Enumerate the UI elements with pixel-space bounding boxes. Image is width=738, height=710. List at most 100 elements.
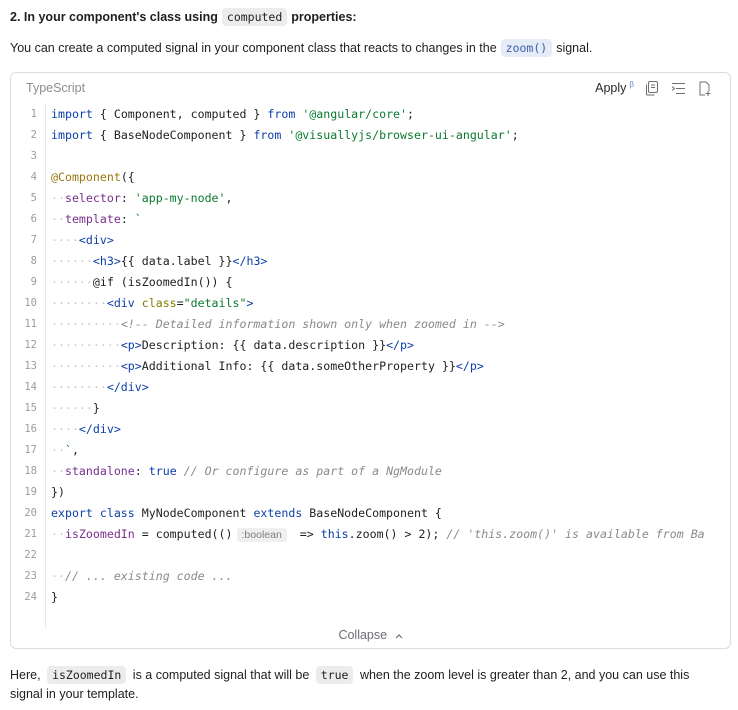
code-content: ······}	[48, 401, 100, 415]
code-token: =	[176, 295, 184, 310]
code-token: >	[246, 295, 254, 310]
line-number: 22	[24, 548, 37, 561]
collapse-button[interactable]: Collapse	[11, 628, 730, 642]
code-token: isZoomedIn	[64, 526, 135, 541]
indent-guide: ··········	[51, 316, 121, 331]
code-block: TypeScript Apply β 1 import { Component, …	[10, 72, 731, 649]
chevron-up-icon	[395, 628, 403, 642]
diff-icon[interactable]	[670, 80, 686, 96]
indent-guide: ····	[51, 421, 79, 436]
copy-icon[interactable]	[644, 80, 660, 96]
code-line: 13 ··········<p>Additional Info: {{ data.…	[11, 355, 483, 376]
code-content: import { BaseNodeComponent } from '@visu…	[48, 128, 519, 142]
code-token: '@visuallyjs/browser-ui-angular'	[288, 127, 512, 142]
code-token: // 'this.zoom()' is available from Ba	[446, 526, 705, 541]
code-token: <p>	[120, 337, 142, 352]
code-token: 'app-my-node'	[134, 190, 226, 205]
code-token: selector	[64, 190, 121, 205]
code-line: 7 ····<div>	[11, 229, 114, 250]
code-editor[interactable]: 1 import { Component, computed } from '@a…	[11, 103, 730, 628]
intro-paragraph: You can create a computed signal in your…	[10, 39, 592, 57]
code-line: 19})	[11, 481, 65, 502]
code-token: </p>	[386, 337, 414, 352]
code-content: ··`,	[48, 443, 79, 457]
code-token: }	[51, 589, 58, 604]
code-line: 20 export class MyNodeComponent extends B…	[11, 502, 442, 523]
code-token: // Or configure as part of a NgModule	[183, 463, 442, 478]
code-token: import	[51, 106, 100, 121]
line-number: 24	[24, 590, 37, 603]
code-content: ··········<!-- Detailed information show…	[48, 317, 505, 331]
line-number: 5	[30, 191, 37, 204]
code-line: 6 ··template: `	[11, 208, 142, 229]
code-toolbar: Apply β	[595, 80, 712, 96]
indent-guide: ··	[51, 442, 65, 457]
code-language-label: TypeScript	[26, 81, 86, 95]
code-line: 1 import { Component, computed } from '@a…	[11, 103, 414, 124]
code-token: ,	[225, 190, 233, 205]
indent-guide: ··	[51, 211, 65, 226]
code-token: <div>	[78, 232, 114, 247]
code-token: <!-- Detailed information shown only whe…	[120, 316, 505, 331]
heading-suffix: properties:	[291, 10, 357, 24]
line-number: 13	[24, 359, 37, 372]
code-token: =>	[292, 526, 321, 541]
line-number: 7	[30, 233, 37, 246]
code-token: = computed(()	[134, 526, 233, 541]
code-token: "details"	[183, 295, 247, 310]
code-line: 14 ········</div>	[11, 376, 149, 397]
code-content: ····</div>	[48, 422, 121, 436]
footer-code-chip-1: isZoomedIn	[47, 666, 127, 684]
code-token: <p>	[120, 358, 142, 373]
code-token: from	[253, 127, 289, 142]
code-token: { BaseNodeComponent }	[99, 127, 254, 142]
code-line: 21 ··isZoomedIn = computed(():boolean => …	[11, 523, 705, 544]
indent-guide: ··········	[51, 337, 121, 352]
code-token: @if (isZoomedIn()) {	[92, 274, 233, 289]
code-token: standalone	[64, 463, 135, 478]
code-token: .zoom() > 2);	[348, 526, 447, 541]
code-token: Description: {{ data.description }}	[141, 337, 387, 352]
code-line: 3	[11, 145, 51, 166]
code-line: 15 ······}	[11, 397, 100, 418]
code-token: BaseNodeComponent {	[309, 505, 442, 520]
line-number: 8	[30, 254, 37, 267]
code-line: 8 ······<h3>{{ data.label }}</h3>	[11, 250, 268, 271]
line-number: 23	[24, 569, 37, 582]
line-number: 6	[30, 212, 37, 225]
code-token: `	[134, 211, 142, 226]
code-content: }	[48, 590, 58, 604]
code-token: :	[120, 211, 135, 226]
code-content: ··// ... existing code ...	[48, 569, 233, 583]
code-line: 10 ········<div class="details">	[11, 292, 253, 313]
code-token: ;	[407, 106, 414, 121]
code-token: {{ data.label }}	[120, 253, 233, 268]
code-token: ;	[511, 127, 519, 142]
line-number: 21	[24, 527, 37, 540]
code-line: 17 ··`,	[11, 439, 79, 460]
code-line: 2 import { BaseNodeComponent } from '@vis…	[11, 124, 519, 145]
indent-guide: ··········	[51, 358, 121, 373]
indent-guide: ··	[51, 463, 65, 478]
footer-text-4: signal in your template.	[10, 687, 139, 701]
section-heading: 2. In your component's class using compu…	[10, 8, 357, 26]
insert-file-icon[interactable]	[696, 80, 712, 96]
code-token: ({	[120, 169, 135, 184]
code-token: :	[120, 190, 135, 205]
beta-badge: β	[629, 80, 634, 89]
intro-code-chip[interactable]: zoom()	[500, 39, 553, 57]
line-number: 10	[24, 296, 37, 309]
code-line: 11 ··········<!-- Detailed information sh…	[11, 313, 505, 334]
intro-suffix: signal.	[556, 41, 593, 55]
apply-label: Apply	[595, 81, 627, 95]
collapse-label: Collapse	[338, 628, 388, 642]
indent-guide: ··	[51, 568, 65, 583]
code-content: ··········<p>Description: {{ data.descri…	[48, 338, 414, 352]
code-token: </div>	[106, 379, 149, 394]
code-token: { Component, computed }	[99, 106, 268, 121]
indent-guide: ······	[51, 253, 93, 268]
apply-button[interactable]: Apply β	[595, 80, 634, 95]
code-token: '@angular/core'	[302, 106, 408, 121]
code-content: ····<div>	[48, 233, 114, 247]
code-token: extends	[253, 505, 310, 520]
